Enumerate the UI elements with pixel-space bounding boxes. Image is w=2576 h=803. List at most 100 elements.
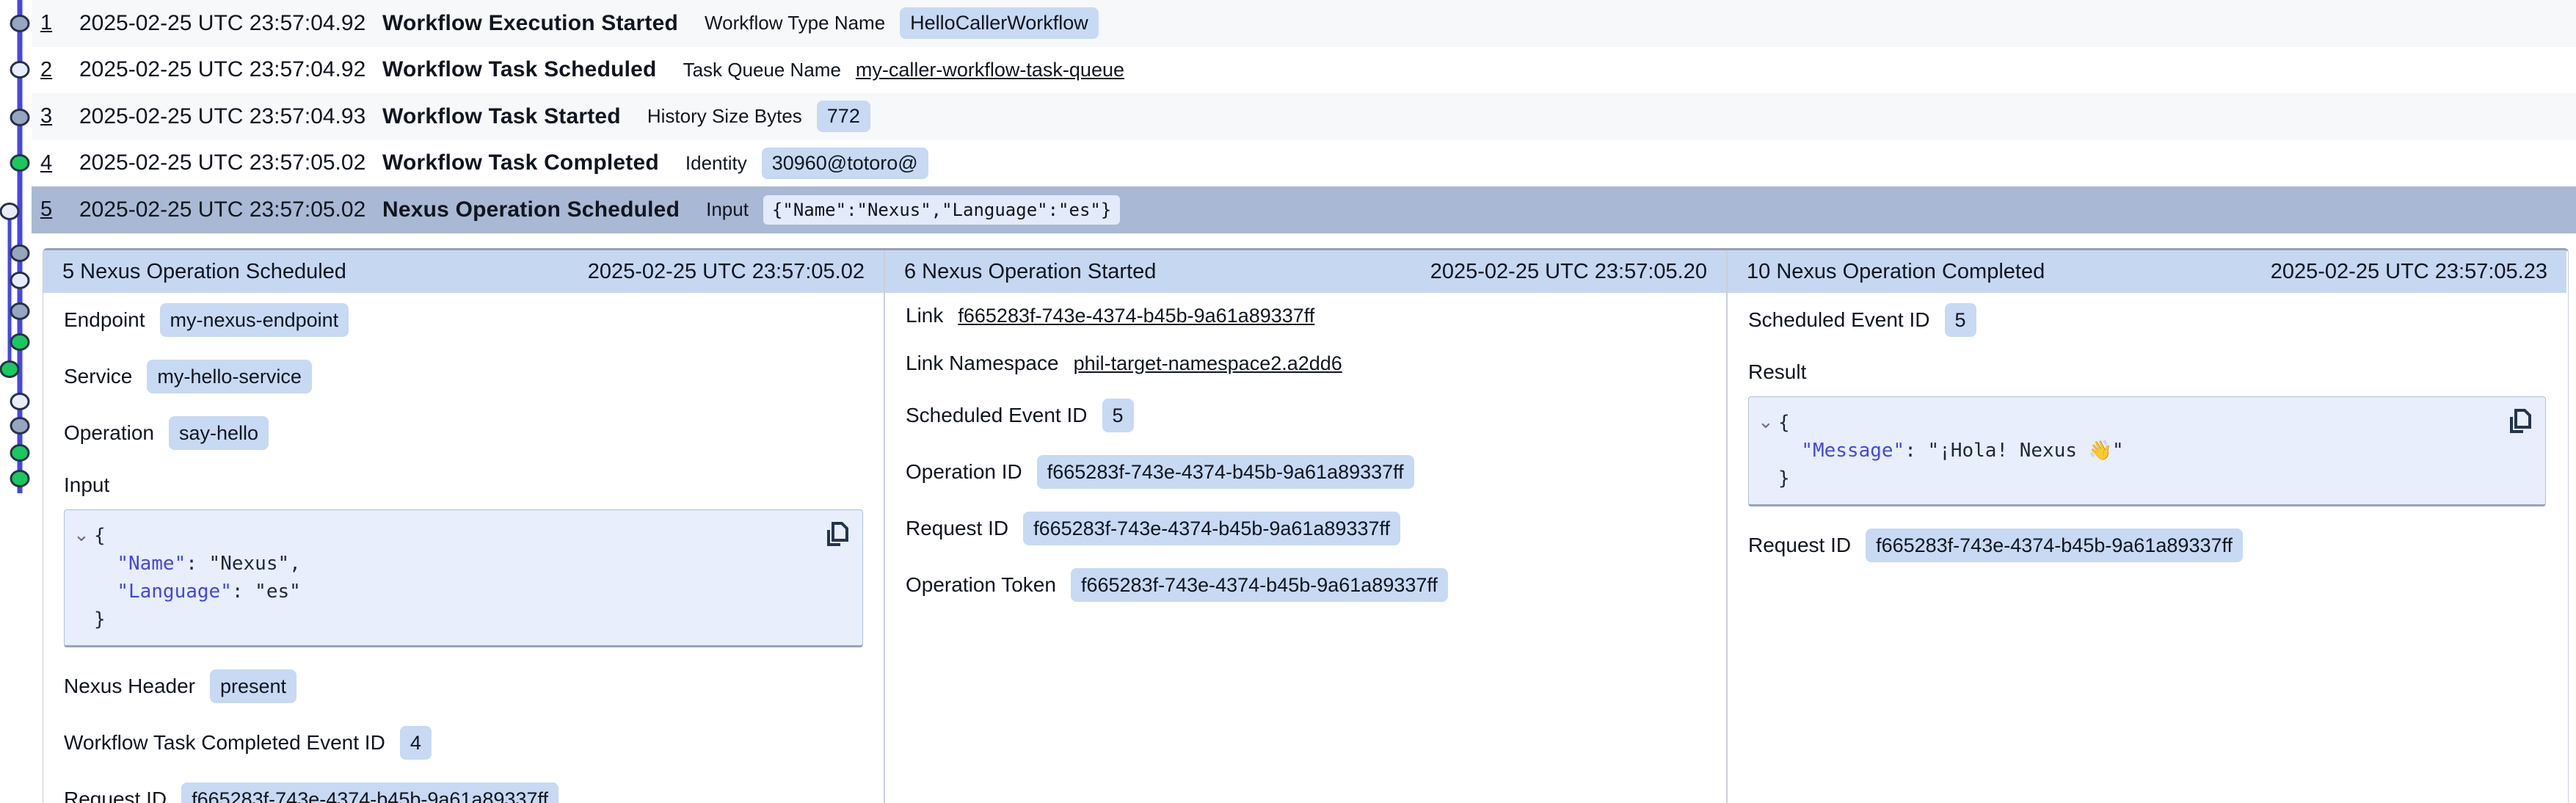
field-row: Scheduled Event ID5 bbox=[906, 399, 1706, 432]
copy-button[interactable] bbox=[821, 520, 851, 553]
json-text: { bbox=[1778, 412, 1790, 434]
event-marker-light-icon bbox=[11, 62, 29, 78]
field-label: Link Namespace bbox=[906, 351, 1059, 376]
field-badge: f665283f-743e-4374-b45b-9a61a89337ff bbox=[1071, 568, 1448, 602]
field-row: Linkf665283f-743e-4374-b45b-9a61a89337ff bbox=[906, 303, 1706, 328]
panel-timestamp: 2025-02-25 UTC 23:57:05.20 bbox=[1430, 260, 1707, 284]
field-link[interactable]: f665283f-743e-4374-b45b-9a61a89337ff bbox=[958, 303, 1314, 328]
field-badge: my-nexus-endpoint bbox=[160, 303, 349, 337]
panel-header: 5 Nexus Operation Scheduled2025-02-25 UT… bbox=[43, 250, 884, 293]
copy-button[interactable] bbox=[2504, 407, 2533, 440]
event-attr-link[interactable]: my-caller-workflow-task-queue bbox=[856, 59, 1124, 81]
event-id: 2 bbox=[40, 58, 79, 82]
event-id-link[interactable]: 5 bbox=[40, 197, 52, 221]
field-row: Scheduled Event ID5 bbox=[1748, 303, 2546, 337]
field-block: Input⌄{ "Name": "Nexus", "Language": "es… bbox=[64, 473, 863, 647]
event-id: 4 bbox=[40, 151, 79, 175]
field-row: Operationsay-hello bbox=[64, 416, 863, 450]
event-marker-light-icon bbox=[1, 204, 18, 219]
json-line: { bbox=[65, 522, 846, 550]
event-marker-gray-icon bbox=[11, 304, 29, 319]
json-line: "Name": "Nexus", bbox=[65, 550, 846, 578]
json-viewer: ⌄{ "Name": "Nexus", "Language": "es"} bbox=[64, 509, 863, 647]
field-badge: f665283f-743e-4374-b45b-9a61a89337ff bbox=[1037, 455, 1414, 489]
field-row: Workflow Task Completed Event ID4 bbox=[64, 726, 863, 760]
event-marker-gray-icon bbox=[11, 16, 29, 32]
event-row[interactable]: 4 2025-02-25 UTC 23:57:05.02Workflow Task… bbox=[32, 140, 2576, 187]
event-row[interactable]: 12025-02-25 UTC 23:57:04.92Workflow Exec… bbox=[32, 0, 2576, 47]
event-row[interactable]: 52025-02-25 UTC 23:57:05.02Nexus Operati… bbox=[32, 186, 2576, 233]
event-marker-light-icon bbox=[11, 394, 29, 410]
event-attr-badge: 30960@totoro@ bbox=[762, 148, 928, 179]
event-attr: History Size Bytes 772 bbox=[647, 101, 870, 132]
copy-icon bbox=[822, 520, 850, 551]
event-name: Workflow Task Scheduled bbox=[382, 57, 657, 82]
json-viewer: ⌄{ "Message": "¡Hola! Nexus 👋"} bbox=[1748, 396, 2546, 506]
event-name: Workflow Task Completed bbox=[382, 150, 659, 175]
event-row[interactable]: 32025-02-25 UTC 23:57:04.93Workflow Task… bbox=[32, 93, 2576, 140]
field-badge: f665283f-743e-4374-b45b-9a61a89337ff bbox=[1866, 528, 2243, 562]
event-marker-green-icon bbox=[1, 362, 18, 377]
field-label: Service bbox=[64, 364, 132, 389]
json-line: } bbox=[1749, 465, 2529, 493]
field-badge: 4 bbox=[400, 726, 432, 760]
json-text: { bbox=[94, 525, 106, 547]
event-attr-label: Identity bbox=[685, 152, 747, 175]
event-id-link[interactable]: 4 bbox=[40, 151, 52, 175]
json-text: : bbox=[232, 581, 255, 603]
field-badge: present bbox=[210, 669, 296, 703]
field-label: Operation ID bbox=[906, 459, 1022, 484]
event-history-list: 12025-02-25 UTC 23:57:04.92Workflow Exec… bbox=[32, 0, 2576, 233]
field-badge: say-hello bbox=[169, 416, 269, 450]
field-row: Servicemy-hello-service bbox=[64, 360, 863, 393]
event-marker-green-icon bbox=[11, 446, 29, 461]
event-marker-green-icon bbox=[11, 471, 29, 487]
event-attr-label: Input bbox=[706, 198, 749, 221]
collapse-chevron-icon[interactable]: ⌄ bbox=[73, 525, 90, 544]
event-timestamp: 2025-02-25 UTC 23:57:04.93 bbox=[79, 104, 382, 129]
panel-timestamp: 2025-02-25 UTC 23:57:05.02 bbox=[588, 260, 865, 284]
json-text: "Nexus", bbox=[209, 553, 301, 575]
event-name: Nexus Operation Scheduled bbox=[382, 197, 680, 222]
event-attr: Identity 30960@totoro@ bbox=[685, 148, 928, 179]
event-marker-green-icon bbox=[11, 335, 29, 350]
panel-body: Linkf665283f-743e-4374-b45b-9a61a89337ff… bbox=[885, 293, 1726, 602]
event-attr-label: History Size Bytes bbox=[647, 105, 802, 128]
panel-title: 6 Nexus Operation Started bbox=[904, 260, 1156, 284]
copy-icon bbox=[2505, 407, 2533, 438]
panel-header: 6 Nexus Operation Started 2025-02-25 UTC … bbox=[885, 250, 1726, 293]
event-timestamp: 2025-02-25 UTC 23:57:05.02 bbox=[79, 150, 382, 175]
event-attr-label: Task Queue Name bbox=[683, 59, 841, 81]
panel-header: 10 Nexus Operation Completed2025-02-25 U… bbox=[1728, 250, 2566, 293]
event-detail-panels: 5 Nexus Operation Scheduled2025-02-25 UT… bbox=[43, 248, 2569, 803]
panel-title: 10 Nexus Operation Completed bbox=[1747, 260, 2045, 284]
event-attr-label: Workflow Type Name bbox=[705, 12, 885, 34]
event-marker-light-icon bbox=[11, 273, 29, 288]
field-label: Result bbox=[1748, 360, 2546, 385]
field-row: Endpoint my-nexus-endpoint bbox=[64, 303, 863, 337]
json-line: { bbox=[1749, 409, 2529, 437]
event-id-link[interactable]: 2 bbox=[40, 58, 52, 81]
panel-body: Scheduled Event ID5 Result ⌄{ "Message": "… bbox=[1728, 293, 2566, 562]
event-attr-badge: 772 bbox=[817, 101, 870, 132]
field-label: Endpoint bbox=[64, 308, 145, 333]
field-row: Nexus Header present bbox=[64, 669, 863, 703]
field-label: Nexus Header bbox=[64, 674, 195, 699]
panel-body: Endpoint my-nexus-endpoint Servicemy-hello… bbox=[43, 293, 884, 803]
event-attr: Task Queue Name my-caller-workflow-task-q… bbox=[683, 59, 1124, 81]
field-block: Result ⌄{ "Message": "¡Hola! Nexus 👋"} bbox=[1748, 360, 2546, 506]
field-link[interactable]: phil-target-namespace2.a2dd6 bbox=[1074, 351, 1342, 376]
event-id-link[interactable]: 3 bbox=[40, 104, 52, 128]
event-detail-panel: 6 Nexus Operation Started 2025-02-25 UTC … bbox=[884, 250, 1726, 803]
json-text bbox=[94, 581, 117, 603]
event-id-link[interactable]: 1 bbox=[40, 11, 52, 34]
temporal-event-history-screen: 12025-02-25 UTC 23:57:04.92Workflow Exec… bbox=[0, 0, 2576, 803]
field-label: Request ID bbox=[906, 516, 1008, 541]
field-badge: 5 bbox=[1945, 303, 1976, 337]
field-row: Request IDf665283f-743e-4374-b45b-9a61a8… bbox=[906, 512, 1706, 545]
event-attr: Workflow Type NameHelloCallerWorkflow bbox=[705, 7, 1099, 39]
event-detail-panel: 5 Nexus Operation Scheduled2025-02-25 UT… bbox=[43, 250, 884, 803]
event-row[interactable]: 22025-02-25 UTC 23:57:04.92Workflow Task… bbox=[32, 47, 2576, 94]
collapse-chevron-icon[interactable]: ⌄ bbox=[1758, 412, 1774, 431]
event-marker-gray-icon bbox=[11, 418, 29, 434]
